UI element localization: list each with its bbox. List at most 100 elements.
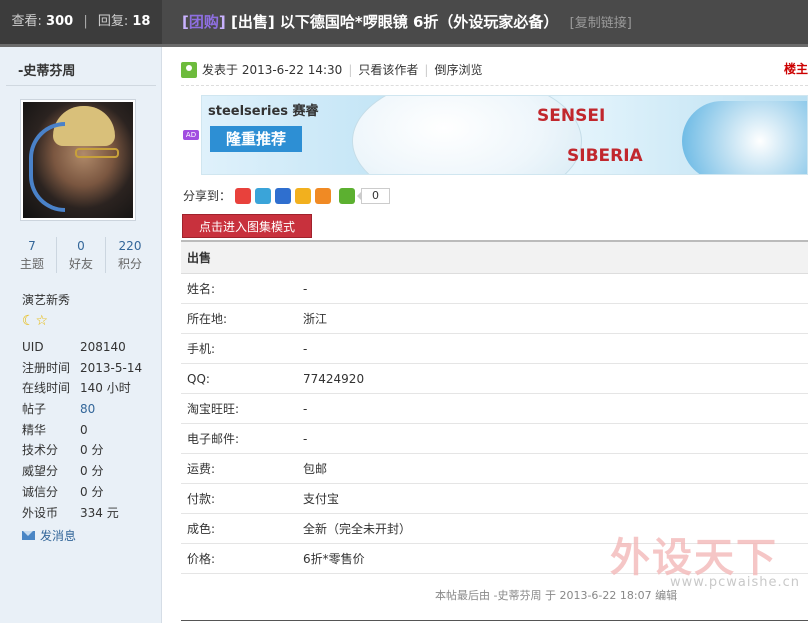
last-edited-note: 本帖最后由 -史蒂芬周 于 2013-6-22 18:07 编辑 (435, 589, 678, 602)
qzone-icon[interactable] (295, 187, 312, 204)
floor-number[interactable]: 楼主 (784, 60, 808, 77)
table-row: 淘宝旺旺: - (181, 394, 808, 424)
share-count: 0 (357, 187, 391, 204)
table-value: - (303, 432, 308, 446)
ad-badge: AD (183, 130, 199, 140)
table-row: QQ: 77424920 (181, 364, 808, 394)
gallery-mode-button[interactable]: 点击进入图集模式 (182, 214, 312, 238)
profile-key: 诚信分 (22, 484, 59, 499)
stat-label: 积分 (117, 257, 142, 271)
weibo-icon[interactable] (235, 187, 252, 204)
table-heading: 出售 (181, 242, 808, 274)
profile-value: 334 元 (80, 505, 119, 520)
profile-row: 诚信分 0 分 (22, 482, 152, 503)
table-value: 浙江 (303, 312, 328, 326)
profile-row: 在线时间 140 小时 (22, 378, 152, 399)
kaixin-icon[interactable] (315, 187, 332, 204)
table-row: 姓名: - (181, 274, 808, 304)
only-author-link[interactable]: 只看该作者 (358, 61, 418, 78)
sale-info-table: 出售 姓名: - 所在地: 浙江 手机: - QQ: 77424920 淘宝旺旺: - 电… (181, 240, 808, 574)
renren-icon[interactable] (275, 187, 292, 204)
title-tag-link[interactable]: 团购 (189, 13, 219, 31)
tencent-weibo-icon[interactable] (255, 187, 272, 204)
views-count: 300 (46, 14, 74, 29)
profile-row: 外设币 334 元 (22, 503, 152, 524)
profile-key: 威望分 (22, 464, 59, 479)
stat-friends[interactable]: 0 好友 (57, 237, 106, 273)
table-value: - (303, 342, 308, 356)
profile-key: 精华 (22, 422, 47, 437)
profile-row: 技术分 0 分 (22, 440, 152, 461)
profile-value: 208140 (80, 340, 126, 354)
share-label: 分享到： (183, 189, 232, 203)
topbar: 查看: 300 | 回复: 18 [团购] [出售] 以下德国哈*啰眼镜 6折（… (0, 0, 808, 47)
profile-row: UID 208140 (22, 337, 152, 358)
post-bottom-divider (181, 620, 808, 621)
more-share-icon[interactable] (339, 187, 356, 204)
headset-image (682, 101, 807, 174)
site-watermark: 外设天下 www.pcwaishe.cn (610, 525, 799, 590)
table-row: 所在地: 浙江 (181, 304, 808, 334)
title-tag-open: [ (182, 13, 189, 31)
profile-posts-link[interactable]: 80 (80, 399, 95, 420)
profile-value: 0 (80, 422, 88, 437)
stat-num: 7 (28, 239, 36, 253)
table-key: 手机: (187, 342, 216, 356)
thread-stats: 查看: 300 | 回复: 18 (0, 0, 162, 44)
table-value: - (303, 402, 308, 416)
stat-topics[interactable]: 7 主题 (8, 237, 57, 273)
profile-row: 帖子 80 (22, 399, 152, 420)
avatar[interactable] (20, 99, 136, 221)
table-value: - (303, 282, 308, 296)
stat-num: 0 (77, 239, 85, 253)
table-key: 淘宝旺旺: (187, 402, 240, 416)
table-key: 姓名: (187, 282, 216, 296)
table-key: 成色: (187, 522, 216, 536)
table-row: 运费: 包邮 (181, 454, 808, 484)
send-message-link[interactable]: 发消息 (22, 527, 76, 544)
copy-link-button[interactable]: [复制链接] (570, 16, 632, 31)
table-value: 支付宝 (303, 492, 340, 506)
table-row: 手机: - (181, 334, 808, 364)
table-key: 所在地: (187, 312, 228, 326)
reverse-order-link[interactable]: 倒序浏览 (434, 61, 482, 78)
table-key: 付款: (187, 492, 216, 506)
send-message-label: 发消息 (40, 529, 77, 543)
table-row: 付款: 支付宝 (181, 484, 808, 514)
table-key: 电子邮件: (187, 432, 240, 446)
profile-key: 注册时间 (22, 360, 71, 375)
table-value: 77424920 (303, 372, 365, 386)
posted-at: 发表于 2013-6-22 14:30 (202, 63, 343, 77)
post-content: 发表于 2013-6-22 14:30 | 只看该作者 | 倒序浏览 楼主 AD… (163, 47, 808, 623)
stat-label: 主题 (19, 257, 44, 271)
rank-moon-star-icon: ☾☆ (22, 313, 50, 329)
banner-product-siberia: SIBERIA (567, 146, 643, 166)
author-stats: 7 主题 0 好友 220 积分 (8, 237, 154, 273)
watermark-url: www.pcwaishe.cn (670, 575, 800, 590)
profile-value: 0 分 (80, 443, 104, 458)
author-sidebar: -史蒂芬周 7 主题 0 好友 220 积分 演艺新秀 ☾☆ UID 208140… (0, 47, 162, 623)
views-label: 查看: (11, 14, 42, 29)
meta-divider (181, 85, 808, 86)
ad-banner[interactable]: steelseries 赛睿 隆重推荐 SENSEI SIBERIA (201, 95, 808, 175)
table-value: 包邮 (303, 462, 328, 476)
stat-points[interactable]: 220 积分 (106, 237, 154, 273)
avatar-image (23, 102, 133, 218)
user-rank: 演艺新秀 (22, 293, 71, 307)
table-row: 电子邮件: - (181, 424, 808, 454)
stat-num: 220 (118, 239, 142, 253)
profile-value: 0 分 (80, 484, 104, 499)
title-text: 以下德国哈*啰眼镜 6折（外设玩家必备） (274, 13, 559, 31)
replies-count: 18 (132, 14, 151, 29)
author-name[interactable]: -史蒂芬周 (18, 60, 75, 79)
meta-separator: | (348, 62, 353, 77)
title-type: [出售] (230, 13, 275, 31)
share-bar: 分享到： 0 (183, 187, 391, 204)
profile-row: 注册时间 2013-5-14 (22, 358, 152, 379)
profile-key: 在线时间 (22, 381, 71, 396)
online-status-icon (181, 61, 197, 78)
profile-value: 0 分 (80, 464, 104, 479)
table-value: 全新（完全未开封） (303, 522, 412, 536)
profile-key: 外设币 (22, 505, 59, 520)
meta-separator: | (424, 62, 429, 77)
